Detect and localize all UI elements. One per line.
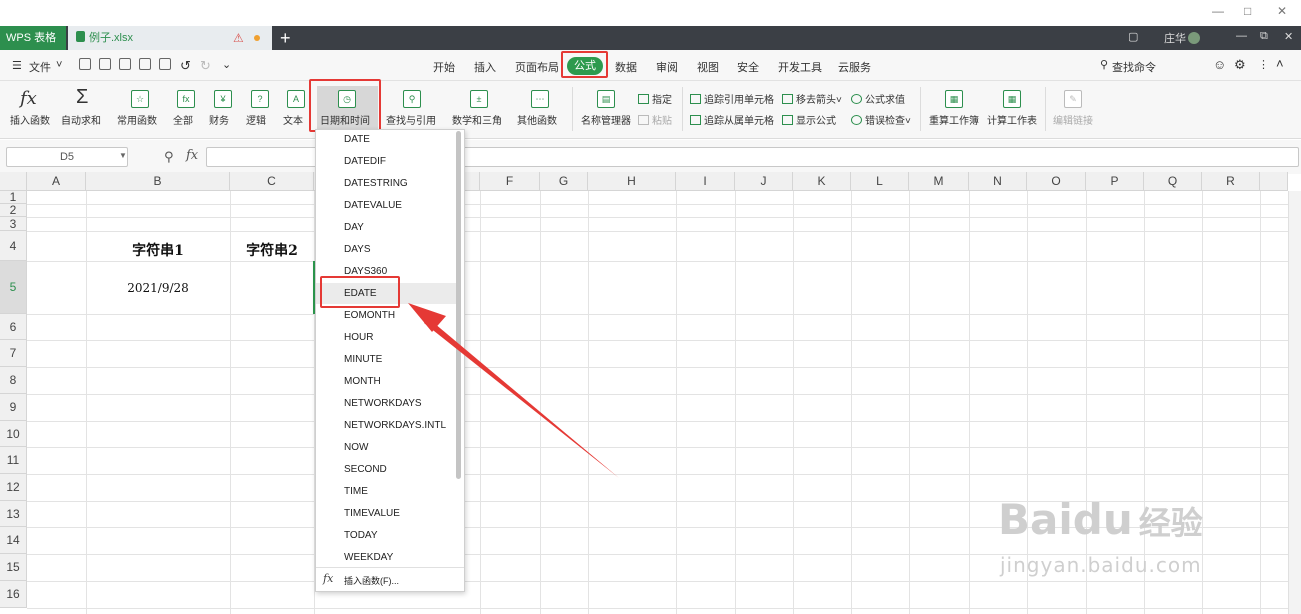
pointer-arrow (408, 303, 619, 478)
arrow-shaft (424, 318, 619, 478)
arrow-head (408, 303, 446, 332)
